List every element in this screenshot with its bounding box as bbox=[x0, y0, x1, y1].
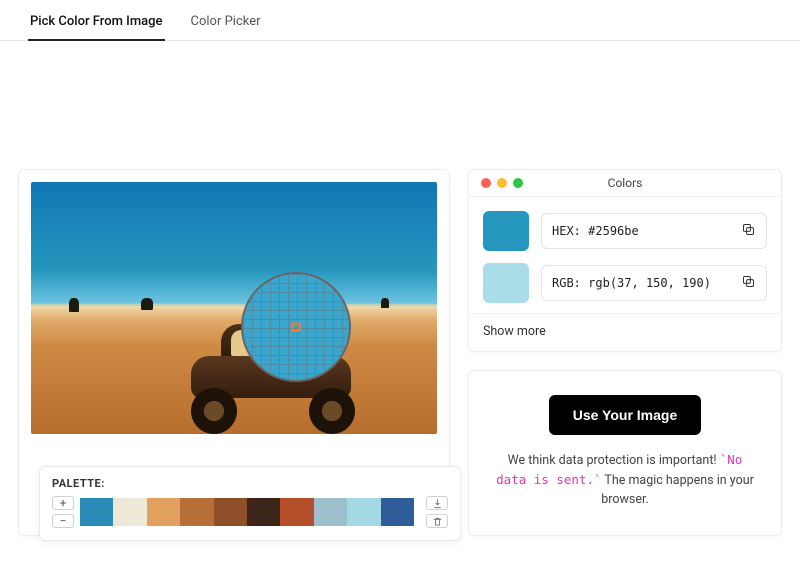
tab-pick-color-from-image[interactable]: Pick Color From Image bbox=[28, 8, 165, 41]
rgb-value-text: RGB: rgb(37, 150, 190) bbox=[552, 276, 711, 290]
palette-increase-button[interactable]: + bbox=[52, 496, 74, 510]
download-palette-button[interactable] bbox=[426, 496, 448, 510]
hex-row: HEX: #2596be bbox=[483, 211, 767, 251]
palette-size-stepper: + − bbox=[52, 496, 74, 528]
palette-swatch-0[interactable] bbox=[80, 498, 113, 526]
colors-panel: Colors HEX: #2596be bbox=[468, 169, 782, 352]
palette-swatch-9[interactable] bbox=[381, 498, 414, 526]
cta-panel: Use Your Image We think data protection … bbox=[468, 370, 782, 536]
palette-swatch-6[interactable] bbox=[280, 498, 313, 526]
window-minimize-dot[interactable] bbox=[497, 178, 507, 188]
window-titlebar: Colors bbox=[469, 170, 781, 197]
palette-title: PALETTE: bbox=[52, 477, 448, 490]
copy-rgb-button[interactable] bbox=[741, 274, 756, 292]
selected-color-swatch-secondary[interactable] bbox=[483, 263, 529, 303]
show-more-button[interactable]: Show more bbox=[469, 313, 781, 351]
delete-palette-button[interactable] bbox=[426, 514, 448, 528]
hex-value-box: HEX: #2596be bbox=[541, 213, 767, 249]
palette-swatch-7[interactable] bbox=[314, 498, 347, 526]
selected-color-swatch-primary[interactable] bbox=[483, 211, 529, 251]
rgb-value-box: RGB: rgb(37, 150, 190) bbox=[541, 265, 767, 301]
palette-swatch-5[interactable] bbox=[247, 498, 280, 526]
image-preview[interactable] bbox=[31, 182, 437, 434]
window-title: Colors bbox=[608, 176, 643, 190]
palette-swatch-3[interactable] bbox=[180, 498, 213, 526]
palette-panel: PALETTE: + − bbox=[39, 466, 461, 541]
copy-hex-button[interactable] bbox=[741, 222, 756, 240]
hex-value-text: HEX: #2596be bbox=[552, 224, 639, 238]
palette-swatch-1[interactable] bbox=[113, 498, 146, 526]
palette-swatch-2[interactable] bbox=[147, 498, 180, 526]
image-card: PALETTE: + − bbox=[18, 169, 450, 536]
rgb-row: RGB: rgb(37, 150, 190) bbox=[483, 263, 767, 303]
tabs: Pick Color From Image Color Picker bbox=[0, 0, 800, 41]
color-loupe[interactable] bbox=[241, 272, 351, 382]
main-content: PALETTE: + − bbox=[0, 151, 800, 536]
download-icon bbox=[432, 494, 443, 513]
tab-color-picker[interactable]: Color Picker bbox=[189, 8, 263, 40]
palette-swatch-4[interactable] bbox=[214, 498, 247, 526]
cta-description: We think data protection is important! `… bbox=[489, 451, 761, 509]
copy-icon bbox=[741, 278, 756, 292]
copy-icon bbox=[741, 226, 756, 240]
trash-icon bbox=[432, 512, 443, 531]
palette-decrease-button[interactable]: − bbox=[52, 514, 74, 528]
use-your-image-button[interactable]: Use Your Image bbox=[549, 395, 702, 435]
palette-swatches bbox=[80, 498, 414, 526]
loupe-focus-pixel bbox=[292, 323, 301, 332]
window-zoom-dot[interactable] bbox=[513, 178, 523, 188]
palette-swatch-8[interactable] bbox=[347, 498, 380, 526]
window-close-dot[interactable] bbox=[481, 178, 491, 188]
